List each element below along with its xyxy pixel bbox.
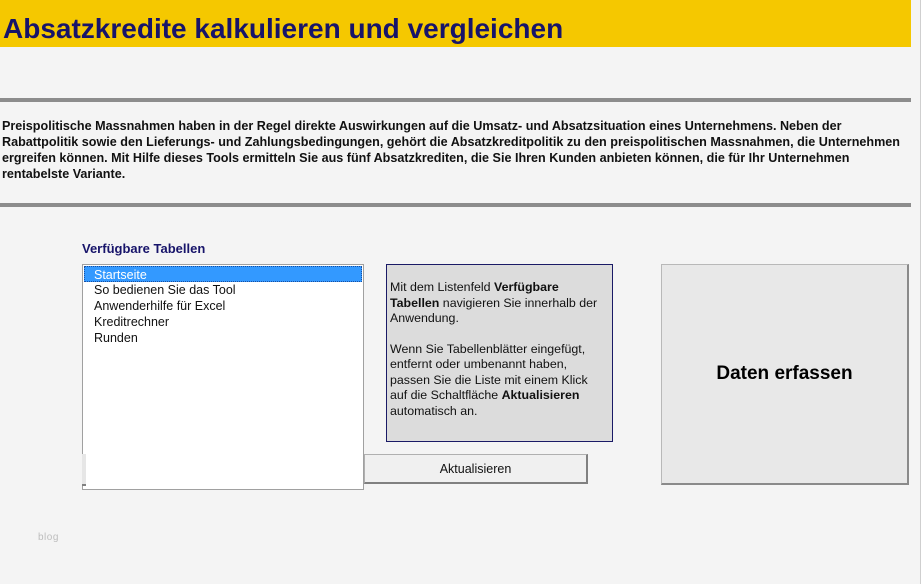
info-box: Mit dem Listenfeld Verfügbare Tabellen n… [386, 264, 613, 442]
refresh-button[interactable]: Aktualisieren [364, 454, 588, 484]
tables-listbox[interactable]: Startseite So bedienen Sie das Tool Anwe… [82, 264, 364, 490]
list-item-anwenderhilfe[interactable]: Anwenderhilfe für Excel [84, 298, 362, 314]
button-edge-stub [82, 454, 86, 486]
page-title: Absatzkredite kalkulieren und vergleiche… [3, 13, 564, 44]
intro-text: Preispolitische Massnahmen haben in der … [2, 119, 900, 181]
info-paragraph-refresh: Wenn Sie Tabellenblätter eingefügt, entf… [390, 341, 588, 418]
list-item-runden[interactable]: Runden [84, 330, 362, 346]
info-paragraph-navigation: Mit dem Listenfeld Verfügbare Tabellen n… [390, 280, 598, 325]
title-banner: Absatzkredite kalkulieren und vergleiche… [0, 0, 911, 47]
watermark-text: blog [38, 532, 59, 543]
divider-top [0, 98, 911, 102]
divider-bottom [0, 203, 911, 207]
list-item-startseite[interactable]: Startseite [84, 266, 362, 282]
list-item-so-bedienen[interactable]: So bedienen Sie das Tool [84, 282, 362, 298]
available-tables-heading: Verfügbare Tabellen [82, 241, 206, 256]
data-entry-button[interactable]: Daten erfassen [661, 264, 909, 485]
list-item-kreditrechner[interactable]: Kreditrechner [84, 314, 362, 330]
worksheet-page: Absatzkredite kalkulieren und vergleiche… [0, 0, 921, 584]
